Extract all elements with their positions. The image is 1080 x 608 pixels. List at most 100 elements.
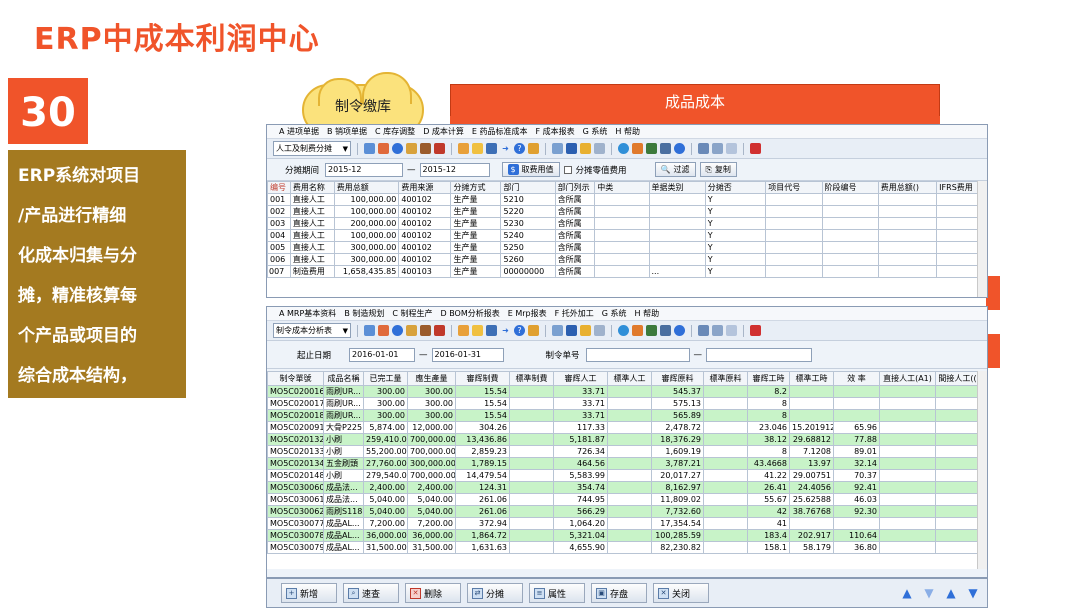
group-icon[interactable] [458,325,469,336]
menu-item[interactable]: D 成本计算 [423,126,464,137]
arrow-right-icon[interactable]: ➜ [500,325,511,336]
check-icon[interactable] [618,143,629,154]
warning-icon[interactable] [632,325,643,336]
delete-button[interactable]: ✕ 删除 [405,583,461,603]
first-page-icon[interactable]: ▲ [899,585,915,601]
menu-item[interactable]: G 系统 [583,126,608,137]
search-icon[interactable] [552,325,563,336]
group-icon[interactable] [458,143,469,154]
money-icon[interactable] [528,325,539,336]
menu-item[interactable]: C 库存调整 [375,126,415,137]
menu-item[interactable]: E 药品标准成本 [472,126,528,137]
table-row[interactable]: 007 制造费用 1,658,435.85 400103 生产量 00000000 含所属.… [267,265,979,278]
filter-button[interactable]: 🔍 过滤 [654,162,696,177]
save-button[interactable]: ▣ 存盘 [591,583,647,603]
table-row[interactable]: MO5C030077 成品AL... 7,200.00 7,200.00 372.94 1… [267,517,980,530]
report-icon[interactable] [406,325,417,336]
archive-icon[interactable] [434,143,445,154]
menu-item[interactable]: E Mrp报表 [508,308,547,319]
archive-icon[interactable] [434,325,445,336]
date-from-input[interactable]: 2016-01-01 [349,347,416,362]
menu-item[interactable]: B 销项单据 [327,126,367,137]
menu-item[interactable]: B 制造规划 [344,308,384,319]
table-row[interactable]: MO5C030062 雨刷S118 5,040.00 5,040.00 261.06 56… [267,505,980,518]
refresh-icon[interactable] [674,325,685,336]
tools-icon[interactable] [378,325,389,336]
table-row[interactable]: MO5C030079 成品AL... 31,500.00 31,500.00 1,631… [267,541,980,554]
close-window-icon[interactable] [712,325,723,336]
table-row[interactable]: 006 直接人工 300,000.00 400102 生产量 5260 含所属 Y [267,253,979,266]
table-row[interactable]: MO5C020148 小刷 279,540.00 700,000.00 14,479.5… [267,469,980,482]
module-select[interactable]: 制令成本分析表 ▼ [273,323,351,338]
window-icon[interactable] [698,143,709,154]
menu-item[interactable]: G 系统 [602,308,627,319]
table-row[interactable]: MO5C030060 成品法... 2,400.00 2,400.00 124.31 35… [267,481,980,494]
warning-icon[interactable] [632,143,643,154]
vertical-scrollbar[interactable] [977,181,987,297]
properties-button[interactable]: ≡ 属性 [529,583,585,603]
table-row[interactable]: 002 直接人工 100,000.00 400102 生产量 5220 含所属 Y [267,205,979,218]
link-icon[interactable] [726,325,737,336]
exit-icon[interactable] [750,325,761,336]
save-icon[interactable] [486,325,497,336]
copy-button[interactable]: ⎘ 复制 [699,162,737,177]
folder-icon[interactable] [420,325,431,336]
table-row[interactable]: MO5C020132 小刷 259,410.00 700,000.00 13,436.8… [267,433,980,446]
grid-icon[interactable] [566,325,577,336]
order-no-to-input[interactable] [706,347,813,362]
refresh-icon[interactable] [674,143,685,154]
table-icon[interactable] [580,325,591,336]
exit-icon[interactable] [750,143,761,154]
order-no-from-input[interactable] [585,347,690,362]
table-row[interactable]: MO5C020133 小刷 55,200.00 700,000.00 2,859.23 7… [267,445,980,458]
table-row[interactable]: 001 直接人工 100,000.00 400102 生产量 5210 含所属 Y [267,193,979,206]
tree-icon[interactable] [364,143,375,154]
check-icon[interactable] [618,325,629,336]
menu-item[interactable]: H 帮助 [635,308,660,319]
globe-icon[interactable] [392,325,403,336]
open-icon[interactable] [472,143,483,154]
quick-search-button[interactable]: ⌕ 速查 [343,583,399,603]
zero-cost-checkbox[interactable] [563,165,572,174]
table-icon[interactable] [580,143,591,154]
allocate-button[interactable]: ⇄ 分摊 [467,583,523,603]
fetch-cost-button[interactable]: $ 取费用值 [501,162,560,177]
vertical-scrollbar[interactable] [977,371,987,569]
last-page-icon[interactable]: ▼ [965,585,981,601]
period-from-input[interactable]: 2015-12 [325,162,404,177]
period-to-input[interactable]: 2015-12 [419,162,490,177]
menu-item[interactable]: D BOM分析报表 [440,308,499,319]
tools-icon[interactable] [378,143,389,154]
table-row[interactable]: 004 直接人工 100,000.00 400102 生产量 5240 含所属 Y [267,229,979,242]
prev-page-icon[interactable]: ▼ [921,585,937,601]
search-icon[interactable] [552,143,563,154]
add-button[interactable]: + 新增 [281,583,337,603]
copy-icon[interactable] [594,325,605,336]
tree-icon[interactable] [364,325,375,336]
window-icon[interactable] [698,325,709,336]
close-button[interactable]: ✕ 关闭 [653,583,709,603]
chart-icon[interactable] [646,143,657,154]
table-row[interactable]: MO5C020018 雨刷UR... 300.00 300.00 15.54 33.71 5… [267,409,980,422]
help-icon[interactable]: ? [514,143,525,154]
table-row[interactable]: MO5C030078 成品AL... 36,000.00 36,000.00 1,864… [267,529,980,542]
menu-item[interactable]: A MRP基本资料 [279,308,336,319]
next-page-icon[interactable]: ▲ [943,585,959,601]
table-row[interactable]: MO5C020017 雨刷UR... 300.00 300.00 15.54 33.71 5… [267,397,980,410]
globe-icon[interactable] [392,143,403,154]
table-row[interactable]: MO5C030061 成品法... 5,040.00 5,040.00 261.06 74… [267,493,980,506]
money-icon[interactable] [528,143,539,154]
table-row[interactable]: 003 直接人工 200,000.00 400102 生产量 5230 含所属 Y [267,217,979,230]
table-row[interactable]: 005 直接人工 300,000.00 400102 生产量 5250 含所属 Y [267,241,979,254]
open-icon[interactable] [472,325,483,336]
folder-icon[interactable] [420,143,431,154]
date-to-input[interactable]: 2016-01-31 [431,347,504,362]
grid-icon[interactable] [566,143,577,154]
table-row[interactable]: MO5C020016 雨刷UR... 300.00 300.00 15.54 33.71 5… [267,385,980,398]
monitor-icon[interactable] [660,143,671,154]
monitor-icon[interactable] [660,325,671,336]
report-icon[interactable] [406,143,417,154]
chart-icon[interactable] [646,325,657,336]
copy-icon[interactable] [594,143,605,154]
module-select[interactable]: 人工及制费分摊 ▼ [273,141,351,156]
